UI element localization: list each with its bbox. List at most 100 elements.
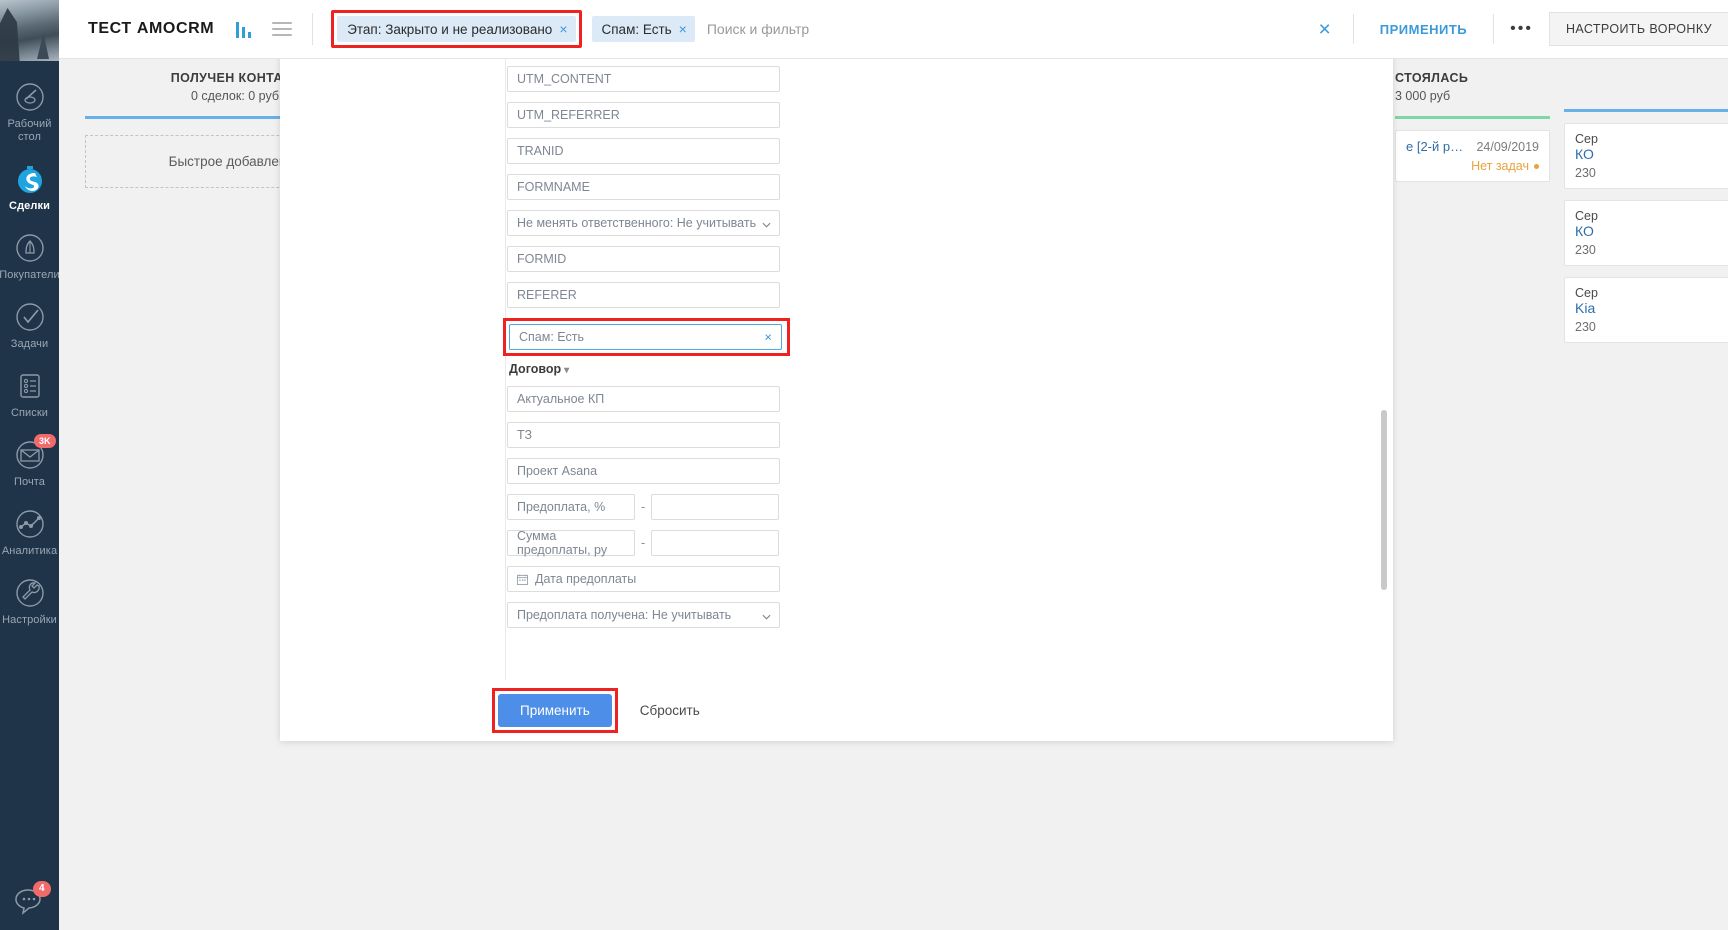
prepayment-amount-from[interactable]: Сумма предоплаты, ру xyxy=(507,530,635,556)
asana-project-field[interactable]: Проект Asana xyxy=(507,458,780,484)
filter-chips-bar: Этап: Закрыто и не реализовано × Спам: Е… xyxy=(331,0,1296,59)
apply-button-highlight: Применить xyxy=(492,688,618,733)
deal-name: е [2-й ре… xyxy=(1406,139,1468,154)
prepayment-amount-range: Сумма предоплаты, ру - xyxy=(507,530,797,556)
chat-badge: 4 xyxy=(33,881,51,897)
user-cover-photo[interactable] xyxy=(0,0,59,61)
prepayment-amount-to[interactable] xyxy=(651,530,779,556)
left-sidebar: Рабочий стол Сделки Покупатели xyxy=(0,0,59,930)
sidebar-item-customers[interactable]: Покупатели xyxy=(0,222,59,291)
account-name[interactable]: ТЕСТ AMOCRM xyxy=(88,20,214,38)
close-filter-icon[interactable]: × xyxy=(1297,19,1353,40)
sidebar-item-label: Почта xyxy=(14,476,45,489)
sidebar-item-deals[interactable]: Сделки xyxy=(0,153,59,222)
prepayment-percent-range: Предоплата, % - xyxy=(507,494,797,520)
deal-card[interactable]: Сер Kia 230 xyxy=(1564,277,1728,343)
deal-company: Сер xyxy=(1575,209,1728,223)
column-title: СТОЯЛАСЬ xyxy=(1395,71,1550,85)
deals-icon xyxy=(13,162,47,196)
analytics-icon xyxy=(13,507,47,541)
prepayment-percent-to[interactable] xyxy=(651,494,779,520)
field-placeholder: Предоплата получена: Не учитывать xyxy=(517,608,731,622)
field-placeholder: Проект Asana xyxy=(517,464,597,478)
mail-icon: 3K xyxy=(13,438,47,472)
sidebar-item-dashboard[interactable]: Рабочий стол xyxy=(0,71,59,153)
chevron-down-icon xyxy=(762,611,771,620)
filter-scrollbar-track xyxy=(1384,60,1390,671)
setup-funnel-button[interactable]: НАСТРОИТЬ ВОРОНКУ xyxy=(1549,12,1728,46)
sidebar-item-tasks[interactable]: Задачи xyxy=(0,291,59,360)
deal-name: Kia xyxy=(1575,300,1728,316)
deal-card[interactable]: Сер КО 230 xyxy=(1564,123,1728,189)
field-placeholder: UTM_CONTENT xyxy=(517,72,611,86)
deal-name: КО xyxy=(1575,146,1728,162)
top-bar-actions: × ПРИМЕНИТЬ ••• НАСТРОИТЬ ВОРОНКУ xyxy=(1297,12,1728,46)
field-placeholder: TRANID xyxy=(517,144,564,158)
range-dash: - xyxy=(641,500,645,514)
column-header: СТОЯЛАСЬ 3 000 руб xyxy=(1395,59,1550,103)
task-status-dot xyxy=(1534,164,1539,169)
clear-spam-filter-icon[interactable]: × xyxy=(764,331,772,344)
prepayment-percent-from[interactable]: Предоплата, % xyxy=(507,494,635,520)
sidebar-item-mail[interactable]: 3K Почта xyxy=(0,429,59,498)
spam-field-highlight: Спам: Есть × xyxy=(503,318,790,356)
contract-group-title[interactable]: Договор▾ xyxy=(509,362,797,376)
field-placeholder: Дата предоплаты xyxy=(535,572,636,586)
field-placeholder: Не менять ответственного: Не учитывать xyxy=(517,216,756,230)
bar-chart-icon[interactable] xyxy=(236,20,254,38)
filter-panel: UTM_ID Traffic Source UTM_CONTENT UTM_RE… xyxy=(280,0,1393,741)
mail-badge: 3K xyxy=(34,434,56,448)
deal-card[interactable]: Сер КО 230 xyxy=(1564,200,1728,266)
spam-field-value: Спам: Есть xyxy=(519,330,584,344)
tranid-field[interactable]: TRANID xyxy=(507,138,780,164)
field-placeholder: FORMID xyxy=(517,252,566,266)
actual-kp-field[interactable]: Актуальное КП xyxy=(507,386,780,412)
spam-filter-field[interactable]: Спам: Есть × xyxy=(509,324,782,350)
tz-field[interactable]: ТЗ xyxy=(507,422,780,448)
column-subtitle: 3 000 руб xyxy=(1395,89,1550,103)
prepayment-received-select[interactable]: Предоплата получена: Не учитывать xyxy=(507,602,780,628)
chat-button[interactable]: 4 xyxy=(0,886,59,918)
chevron-down-icon: ▾ xyxy=(564,365,569,376)
board-column-2: СТОЯЛАСЬ 3 000 руб е [2-й ре… 24/09/2019… xyxy=(1395,59,1550,182)
filter-scrollbar-thumb[interactable] xyxy=(1381,410,1387,590)
apply-filter-button[interactable]: Применить xyxy=(498,694,612,727)
chip-label: Этап: Закрыто и не реализовано xyxy=(347,22,552,37)
deal-task-label: Нет задач xyxy=(1471,159,1529,173)
remove-chip-icon[interactable]: × xyxy=(559,22,567,36)
sidebar-item-label: Рабочий стол xyxy=(8,118,52,144)
prepayment-date-field[interactable]: Дата предоплаты xyxy=(507,566,780,592)
formid-field[interactable]: FORMID xyxy=(507,246,780,272)
utm-content-field[interactable]: UTM_CONTENT xyxy=(507,66,780,92)
filter-scroll-area: UTM_ID Traffic Source UTM_CONTENT UTM_RE… xyxy=(280,0,1393,680)
chevron-down-icon xyxy=(762,219,771,228)
apply-top-button[interactable]: ПРИМЕНИТЬ xyxy=(1354,22,1493,37)
field-placeholder: FORMNAME xyxy=(517,180,590,194)
search-input[interactable]: Поиск и фильтр xyxy=(707,21,809,37)
sidebar-item-settings[interactable]: Настройки xyxy=(0,567,59,636)
customers-icon xyxy=(13,231,47,265)
more-options-icon[interactable]: ••• xyxy=(1494,20,1549,38)
column-rule xyxy=(1564,109,1728,112)
formname-field[interactable]: FORMNAME xyxy=(507,174,780,200)
deal-amount: 230 xyxy=(1575,166,1728,180)
filter-field-list: UTM_ID Traffic Source UTM_CONTENT UTM_RE… xyxy=(507,0,797,638)
group-label: Договор xyxy=(509,362,561,376)
board-column-3: Сер КО 230 Сер КО 230 Сер Kia 230 xyxy=(1564,59,1728,343)
chat-bubble-icon: 4 xyxy=(12,886,48,918)
sidebar-item-label: Аналитика xyxy=(2,545,57,558)
hamburger-icon[interactable] xyxy=(272,18,292,40)
reset-filter-button[interactable]: Сбросить xyxy=(640,703,700,718)
utm-referrer-field[interactable]: UTM_REFERRER xyxy=(507,102,780,128)
referer-field[interactable]: REFERER xyxy=(507,282,780,308)
sidebar-item-lists[interactable]: Списки xyxy=(0,360,59,429)
remove-chip-icon[interactable]: × xyxy=(679,22,687,36)
sidebar-item-label: Покупатели xyxy=(0,269,60,282)
sidebar-item-analytics[interactable]: Аналитика xyxy=(0,498,59,567)
do-not-change-responsible-select[interactable]: Не менять ответственного: Не учитывать xyxy=(507,210,780,236)
deal-card[interactable]: е [2-й ре… 24/09/2019 Нет задач xyxy=(1395,130,1550,182)
filter-chip-spam[interactable]: Спам: Есть × xyxy=(592,16,695,42)
filter-chip-stage[interactable]: Этап: Закрыто и не реализовано × xyxy=(337,16,575,42)
field-placeholder: Предоплата, % xyxy=(517,500,605,514)
filter-fields-container: UTM_ID Traffic Source UTM_CONTENT UTM_RE… xyxy=(280,0,1393,680)
